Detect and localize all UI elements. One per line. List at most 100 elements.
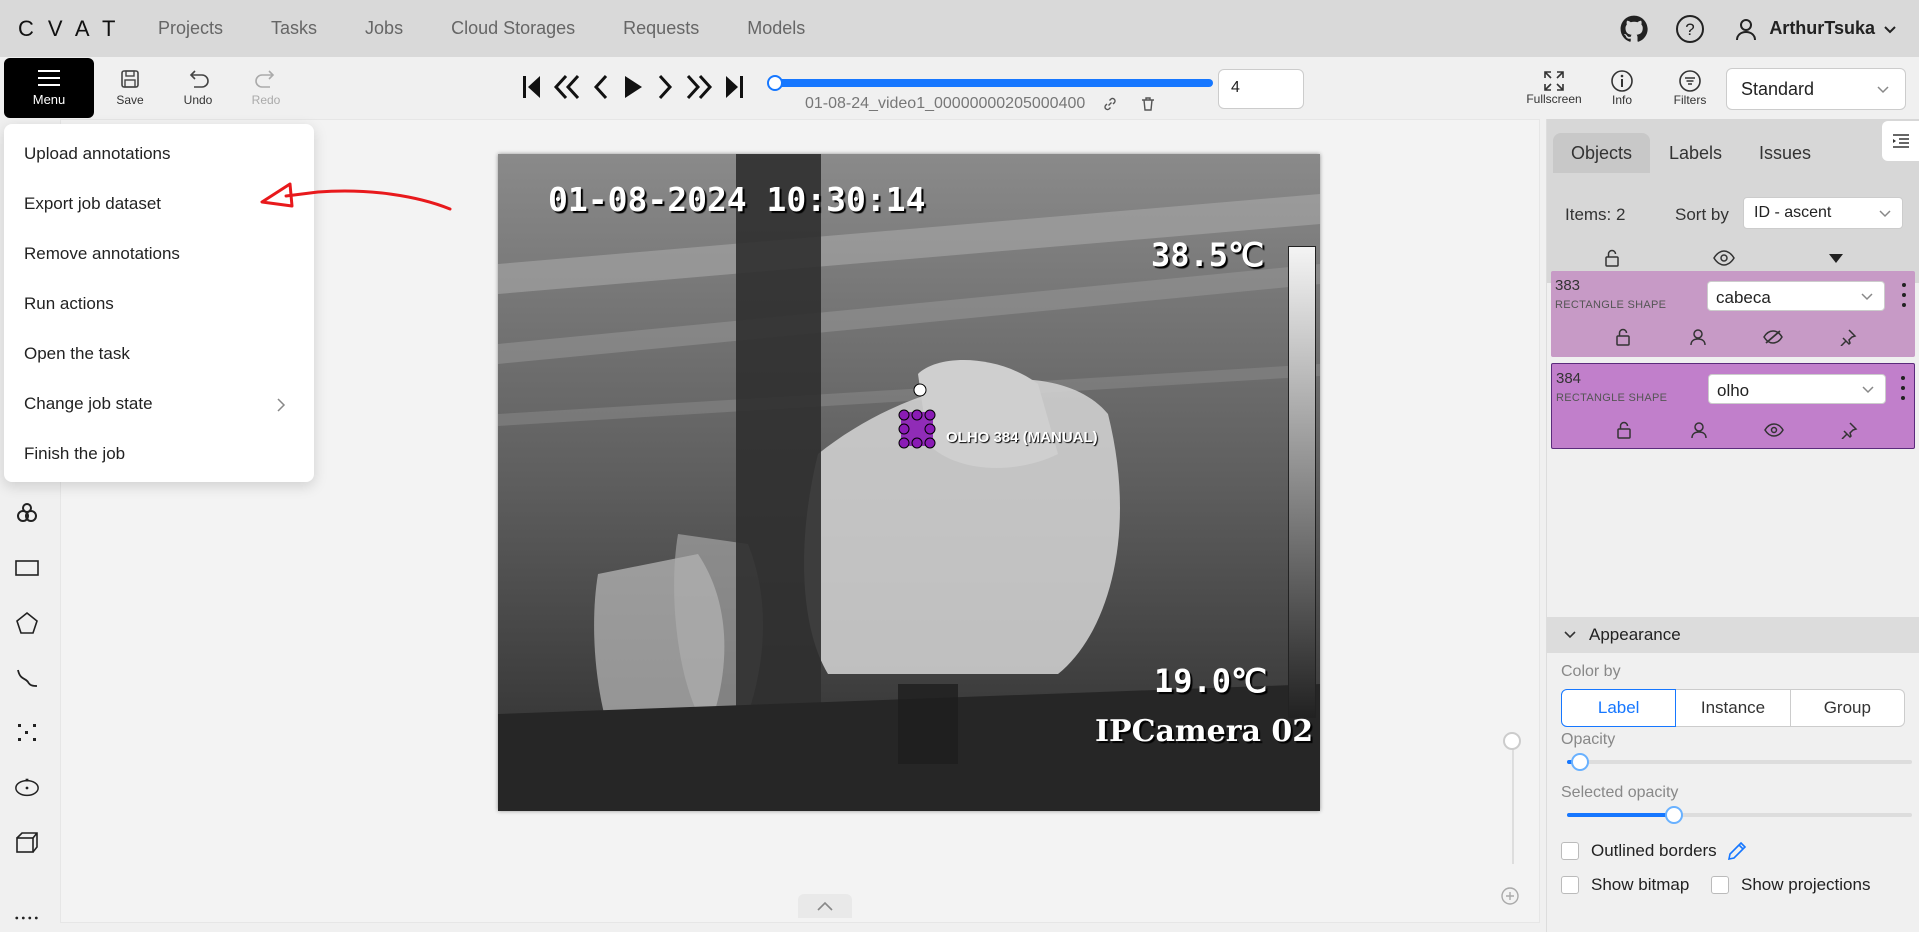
tab-labels[interactable]: Labels (1651, 133, 1740, 173)
delete-frame-icon[interactable] (1140, 96, 1156, 112)
user-dropdown-icon[interactable] (1883, 22, 1897, 36)
menu-item-upload-annotations[interactable]: Upload annotations (24, 144, 171, 164)
save-button[interactable]: Save (102, 63, 158, 113)
expand-all-icon[interactable] (1825, 247, 1847, 269)
forward-step-button[interactable] (684, 73, 714, 101)
help-icon[interactable]: ? (1675, 14, 1705, 44)
draw-cuboid-icon[interactable] (14, 830, 40, 856)
ai-tools-icon[interactable] (14, 500, 40, 526)
eye-hidden-icon[interactable] (1763, 327, 1783, 347)
menu-item-finish-the-job[interactable]: Finish the job (24, 444, 125, 464)
menu-item-export-job-dataset[interactable]: Export job dataset (24, 194, 161, 214)
zoom-slider-handle[interactable] (1503, 732, 1521, 750)
object-type: RECTANGLE SHAPE (1555, 299, 1667, 311)
user-icon[interactable] (1688, 327, 1708, 347)
undo-button[interactable]: Undo (170, 63, 226, 113)
github-icon[interactable] (1619, 14, 1649, 44)
next-frame-button[interactable] (654, 73, 676, 101)
link-icon[interactable] (1102, 96, 1118, 112)
draw-points-icon[interactable] (14, 720, 40, 746)
nav-cloud-storages[interactable]: Cloud Storages (451, 18, 575, 39)
cvat-logo[interactable]: CVAT (18, 16, 138, 42)
nav-projects[interactable]: Projects (158, 18, 223, 39)
opacity-slider-handle[interactable] (1571, 753, 1589, 771)
workspace-value: Standard (1741, 79, 1815, 99)
video-frame[interactable]: 01-08-2024 10:30:14 38.5℃ 19.0℃ IPCamera… (498, 154, 1320, 811)
menu-item-open-the-task[interactable]: Open the task (24, 344, 130, 364)
user-icon[interactable] (1731, 14, 1761, 44)
lock-icon[interactable] (1614, 420, 1634, 440)
show-bitmap-checkbox[interactable] (1561, 876, 1579, 894)
last-frame-button[interactable] (722, 73, 746, 101)
frame-slider[interactable] (773, 79, 1213, 87)
draw-ellipse-icon[interactable] (14, 775, 40, 801)
eye-icon[interactable] (1764, 420, 1784, 440)
tab-objects[interactable]: Objects (1553, 133, 1651, 173)
object-label-select[interactable]: cabeca (1707, 281, 1885, 311)
outlined-borders-row: Outlined borders (1561, 841, 1747, 861)
fullscreen-icon (1544, 71, 1564, 91)
object-label-select[interactable]: olho (1708, 374, 1886, 404)
filters-button[interactable]: Filters (1660, 63, 1720, 113)
menu-button[interactable]: Menu (4, 58, 94, 118)
play-button[interactable] (620, 73, 646, 101)
outlined-borders-checkbox[interactable] (1561, 842, 1579, 860)
zoom-in-icon[interactable] (1500, 886, 1520, 906)
tab-issues[interactable]: Issues (1741, 133, 1829, 173)
nav-jobs[interactable]: Jobs (365, 18, 403, 39)
save-icon (121, 70, 139, 88)
workspace-select[interactable]: Standard (1726, 68, 1906, 110)
sort-value: ID - ascent (1754, 204, 1832, 221)
sort-select[interactable]: ID - ascent (1743, 197, 1903, 229)
lock-all-icon[interactable] (1601, 247, 1623, 269)
zoom-slider[interactable] (1512, 734, 1514, 864)
objects-header: Items: 2 Sort by ID - ascent (1547, 187, 1919, 283)
frame-slider-handle[interactable] (767, 75, 783, 91)
draw-polyline-icon[interactable] (14, 665, 40, 691)
object-card-383[interactable]: 383 RECTANGLE SHAPE cabeca (1551, 271, 1915, 357)
collapse-bottom-panel-button[interactable] (798, 894, 852, 918)
object-label-value: olho (1717, 381, 1750, 400)
menu-item-change-job-state[interactable]: Change job state (24, 394, 302, 414)
shape-label: OLHO 384 (MANUAL) (946, 429, 1098, 446)
object-card-384[interactable]: 384 RECTANGLE SHAPE olho (1551, 363, 1915, 449)
pin-icon[interactable] (1838, 327, 1858, 347)
first-frame-button[interactable] (520, 73, 544, 101)
sidebar-collapse-button[interactable] (1882, 121, 1919, 161)
frame-number-input[interactable]: 4 (1218, 69, 1304, 109)
color-by-instance-option[interactable]: Instance (1675, 689, 1791, 727)
selected-opacity-slider-handle[interactable] (1665, 806, 1683, 824)
opacity-slider[interactable] (1567, 753, 1912, 771)
selected-opacity-slider[interactable] (1567, 806, 1912, 824)
nav-requests[interactable]: Requests (623, 18, 699, 39)
more-tools-icon[interactable] (14, 905, 40, 931)
fullscreen-button[interactable]: Fullscreen (1524, 63, 1584, 113)
show-projections-checkbox[interactable] (1711, 876, 1729, 894)
annotation-toolbar: Menu Save Undo Redo 01-08-24_video1_0000… (0, 57, 1919, 119)
color-by-label-option[interactable]: Label (1561, 689, 1677, 727)
lock-icon[interactable] (1613, 327, 1633, 347)
color-picker-icon[interactable] (1727, 841, 1747, 861)
user-name[interactable]: ArthurTsuka (1769, 18, 1875, 39)
redo-button[interactable]: Redo (238, 63, 294, 113)
show-all-icon[interactable] (1713, 247, 1735, 269)
more-options-icon[interactable] (1901, 283, 1907, 307)
draw-polygon-icon[interactable] (14, 610, 40, 636)
menu-item-remove-annotations[interactable]: Remove annotations (24, 244, 180, 264)
color-by-group-option[interactable]: Group (1789, 689, 1905, 727)
draw-rectangle-icon[interactable] (14, 555, 40, 581)
temperature-high: 38.5℃ (1151, 236, 1264, 274)
previous-frame-button[interactable] (590, 73, 612, 101)
outlined-borders-label: Outlined borders (1591, 841, 1717, 860)
pin-icon[interactable] (1839, 420, 1859, 440)
nav-tasks[interactable]: Tasks (271, 18, 317, 39)
double-chevron-right-icon (686, 74, 713, 100)
more-options-icon[interactable] (1900, 376, 1906, 400)
appearance-header[interactable]: Appearance (1547, 617, 1919, 653)
nav-models[interactable]: Models (747, 18, 805, 39)
user-icon[interactable] (1689, 420, 1709, 440)
back-step-button[interactable] (552, 73, 582, 101)
info-button[interactable]: Info (1592, 63, 1652, 113)
menu-item-run-actions[interactable]: Run actions (24, 294, 114, 314)
frame-filename: 01-08-24_video1_00000000205000400 (805, 95, 1156, 113)
